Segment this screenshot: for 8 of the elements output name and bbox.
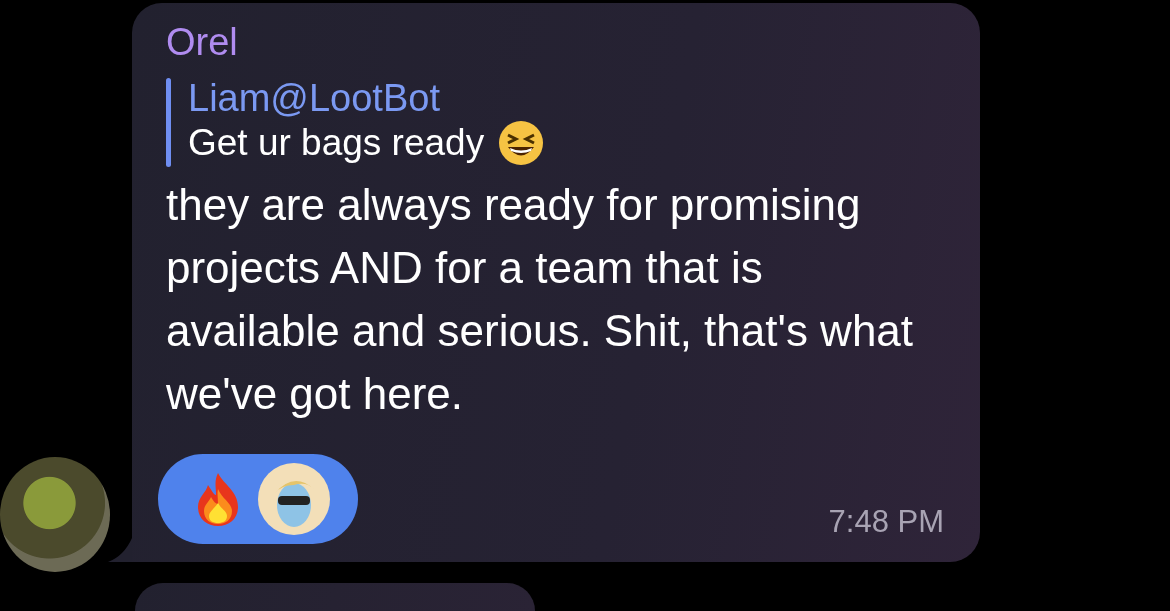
laughing-face-icon: [498, 120, 545, 166]
cartoon-avatar-icon: [258, 463, 330, 535]
sender-name: Orel: [166, 21, 239, 63]
bubble-tail: [108, 538, 132, 562]
message-time: 7:48 PM: [828, 504, 944, 540]
message-text: they are always ready for promising projects AND for a team that is available and serious. Shit, that's what we've got here.: [166, 179, 915, 420]
reply-author: Liam@LootBot: [188, 78, 441, 119]
reply-text: Get ur bags ready: [188, 121, 485, 165]
